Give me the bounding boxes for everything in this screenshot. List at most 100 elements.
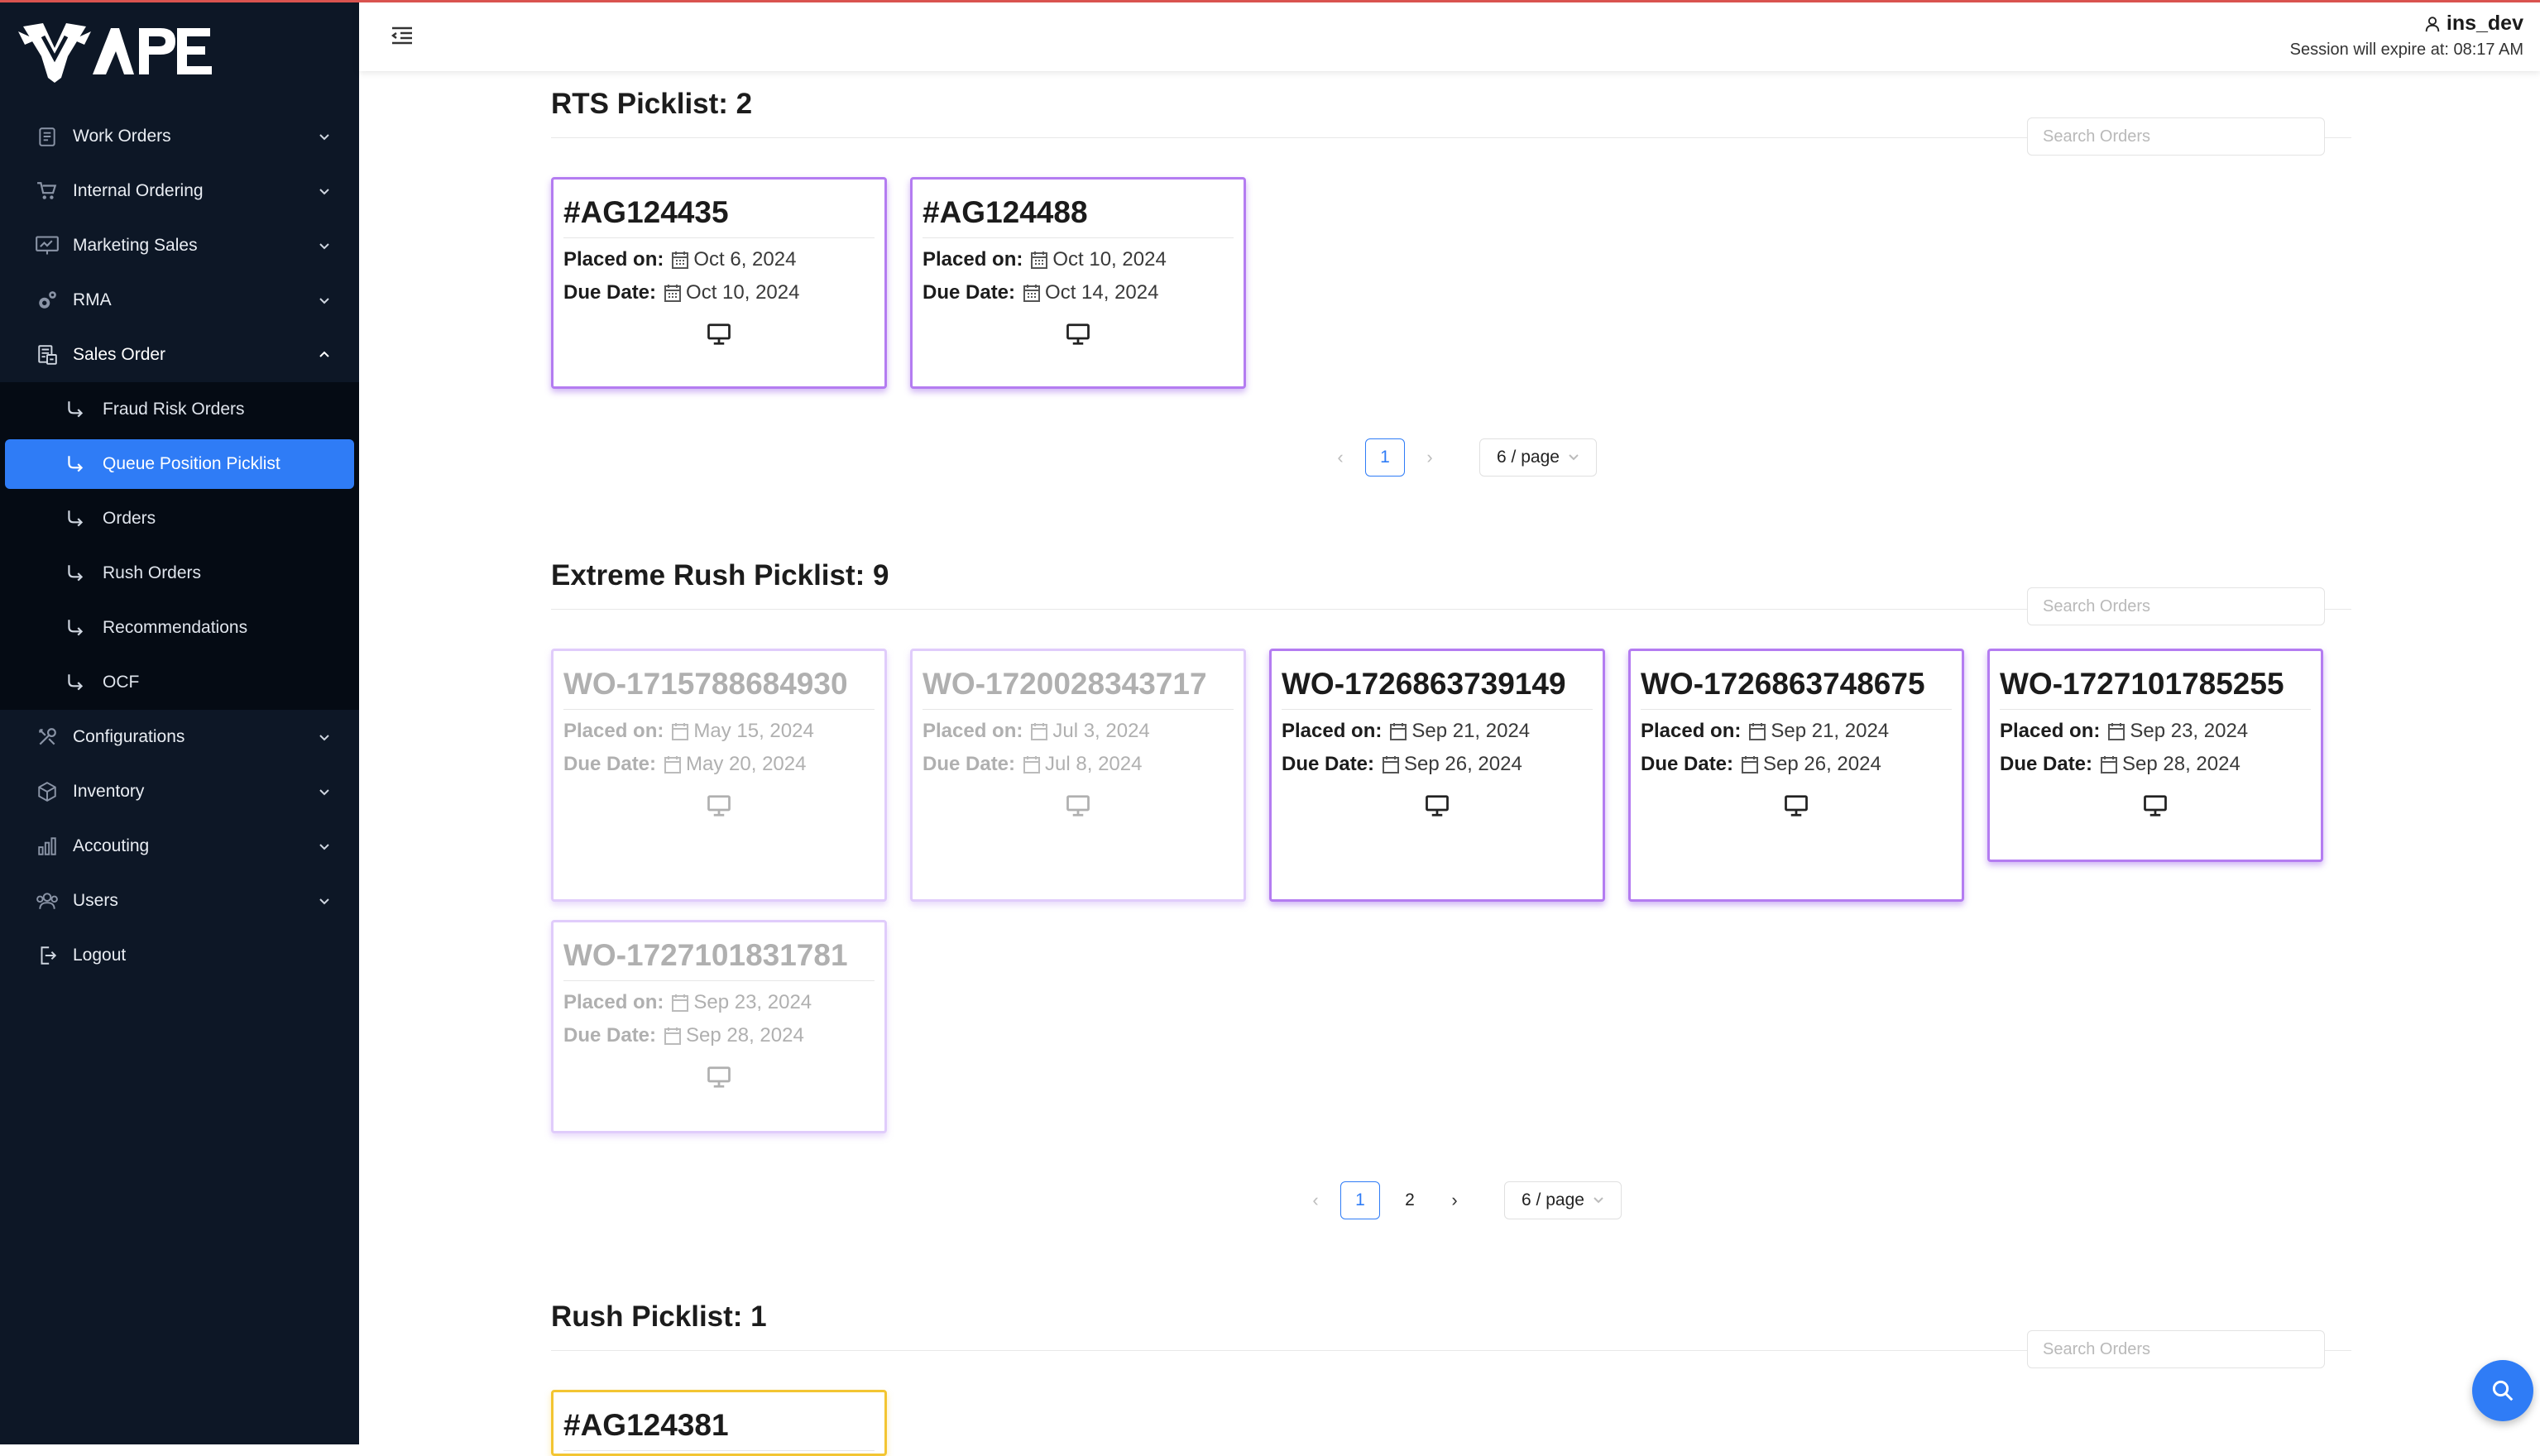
order-card[interactable]: WO-1715788684930 Placed on: May 15, 2024 … [551, 649, 887, 902]
chevron-down-icon [1593, 1197, 1603, 1204]
page-number[interactable]: 2 [1390, 1181, 1430, 1219]
prev-page-button[interactable]: ‹ [1316, 447, 1365, 468]
order-card[interactable]: #AG124381 [551, 1390, 887, 1456]
user-icon [2425, 16, 2440, 31]
monitor-icon[interactable] [563, 1066, 875, 1099]
sidebar-subitem-orders[interactable]: Orders [0, 491, 359, 546]
chevron-down-icon [319, 134, 329, 141]
due-row: Due Date: Oct 10, 2024 [563, 281, 800, 304]
section-title: RTS Picklist: 2 [551, 88, 753, 120]
due-row: Due Date: May 20, 2024 [563, 753, 807, 775]
calendar-icon [2101, 756, 2118, 774]
subitem-arrow-icon [68, 510, 84, 527]
sidebar-item-sales-order[interactable]: Sales Order [0, 328, 359, 382]
sidebar-item-label: Internal Ordering [73, 181, 204, 200]
calendar-icon [664, 1027, 682, 1045]
sidebar-subitem-label: Rush Orders [103, 563, 202, 582]
monitor-icon[interactable] [563, 323, 875, 356]
next-page-button[interactable]: › [1430, 1190, 1479, 1211]
subitem-arrow-icon [68, 674, 84, 691]
calendar-icon [1031, 251, 1048, 269]
sidebar-subitem-ocf[interactable]: OCF [0, 655, 359, 710]
calendar-icon [664, 285, 682, 302]
pagination: ‹ 1 › 6 / page [1316, 438, 1597, 477]
sidebar-subitem-label: Orders [103, 509, 156, 528]
page-size-select[interactable]: 6 / page [1504, 1181, 1622, 1219]
due-row: Due Date: Sep 28, 2024 [2000, 753, 2240, 775]
chevron-down-icon [319, 844, 329, 850]
page-number[interactable]: 1 [1365, 438, 1405, 477]
chevron-down-icon [319, 189, 329, 195]
due-row: Due Date: Sep 26, 2024 [1282, 753, 1522, 775]
monitor-icon[interactable] [563, 794, 875, 827]
sidebar-item-users[interactable]: Users [0, 874, 359, 928]
sidebar-item-accouting[interactable]: Accouting [0, 819, 359, 874]
placed-row: Placed on: Sep 23, 2024 [563, 991, 812, 1013]
calendar-icon [1390, 723, 1407, 740]
page-size-select[interactable]: 6 / page [1479, 438, 1597, 477]
placed-row: Placed on: Sep 21, 2024 [1641, 720, 1890, 742]
order-card[interactable]: WO-1727101831781 Placed on: Sep 23, 2024 … [551, 920, 887, 1133]
tools-icon [35, 725, 60, 750]
menu-collapse-icon[interactable] [391, 25, 414, 46]
subitem-arrow-icon [68, 456, 84, 472]
chevron-down-icon [319, 243, 329, 250]
monitor-icon[interactable] [1282, 794, 1593, 827]
sidebar: Work Orders Internal Ordering Marketing … [0, 0, 359, 1444]
order-id: WO-1726863748675 [1641, 664, 1952, 710]
calendar-icon [1023, 756, 1041, 774]
order-card[interactable]: WO-1720028343717 Placed on: Jul 3, 2024 D… [910, 649, 1246, 902]
subitem-arrow-icon [68, 401, 84, 418]
order-card[interactable]: WO-1727101785255 Placed on: Sep 23, 2024 … [1987, 649, 2323, 862]
order-card[interactable]: #AG124488 Placed on: Oct 10, 2024 Due Dat… [910, 177, 1246, 389]
sidebar-item-configurations[interactable]: Configurations [0, 710, 359, 764]
sidebar-item-label: Users [73, 891, 118, 910]
search-orders-input[interactable]: Search Orders [2027, 117, 2325, 156]
calendar-icon [664, 756, 682, 774]
calendar-icon [672, 723, 689, 740]
monitor-icon[interactable] [923, 323, 1234, 356]
sidebar-subitem-queue-position-picklist[interactable]: Queue Position Picklist [5, 439, 354, 489]
logout-icon [35, 943, 60, 968]
sidebar-item-label: Accouting [73, 836, 150, 855]
prev-page-button[interactable]: ‹ [1291, 1190, 1340, 1211]
next-page-button[interactable]: › [1405, 447, 1455, 468]
sidebar-subitem-rush-orders[interactable]: Rush Orders [0, 546, 359, 601]
sidebar-item-marketing-sales[interactable]: Marketing Sales [0, 218, 359, 273]
username[interactable]: ins_dev [2290, 12, 2523, 36]
placed-row: Placed on: Sep 21, 2024 [1282, 720, 1531, 742]
due-row: Due Date: Oct 14, 2024 [923, 281, 1159, 304]
sidebar-subitem-recommendations[interactable]: Recommendations [0, 601, 359, 655]
clipboard-icon [35, 124, 60, 149]
gears-icon [35, 288, 60, 313]
due-row: Due Date: Jul 8, 2024 [923, 753, 1143, 775]
sidebar-subitem-fraud-risk-orders[interactable]: Fraud Risk Orders [0, 382, 359, 437]
search-orders-input[interactable]: Search Orders [2027, 587, 2325, 625]
calendar-icon [1749, 723, 1766, 740]
sidebar-item-label: Work Orders [73, 127, 171, 146]
sidebar-item-label: Sales Order [73, 345, 166, 364]
sidebar-item-rma[interactable]: RMA [0, 273, 359, 328]
chevron-down-icon [319, 298, 329, 304]
sidebar-item-internal-ordering[interactable]: Internal Ordering [0, 164, 359, 218]
sidebar-item-work-orders[interactable]: Work Orders [0, 109, 359, 164]
search-orders-input[interactable]: Search Orders [2027, 1330, 2325, 1368]
order-card[interactable]: WO-1726863748675 Placed on: Sep 21, 2024 … [1628, 649, 1964, 902]
order-card[interactable]: WO-1726863739149 Placed on: Sep 21, 2024 … [1269, 649, 1605, 902]
page-number[interactable]: 1 [1340, 1181, 1380, 1219]
order-id: WO-1727101831781 [563, 936, 875, 981]
order-card[interactable]: #AG124435 Placed on: Oct 6, 2024 Due Date… [551, 177, 887, 389]
monitor-icon[interactable] [2000, 794, 2311, 827]
order-id: WO-1727101785255 [2000, 664, 2311, 710]
monitor-icon[interactable] [923, 794, 1234, 827]
apex-logo[interactable] [18, 15, 217, 86]
session-expiry: Session will expire at: 08:17 AM [2289, 41, 2523, 59]
floating-search-button[interactable] [2472, 1360, 2533, 1421]
sidebar-item-inventory[interactable]: Inventory [0, 764, 359, 819]
sidebar-item-logout[interactable]: Logout [0, 928, 359, 983]
sidebar-subitem-label: Queue Position Picklist [103, 454, 280, 473]
chevron-down-icon [319, 789, 329, 796]
chevron-down-icon [319, 898, 329, 905]
monitor-icon[interactable] [1641, 794, 1952, 827]
placed-row: Placed on: Sep 23, 2024 [2000, 720, 2249, 742]
